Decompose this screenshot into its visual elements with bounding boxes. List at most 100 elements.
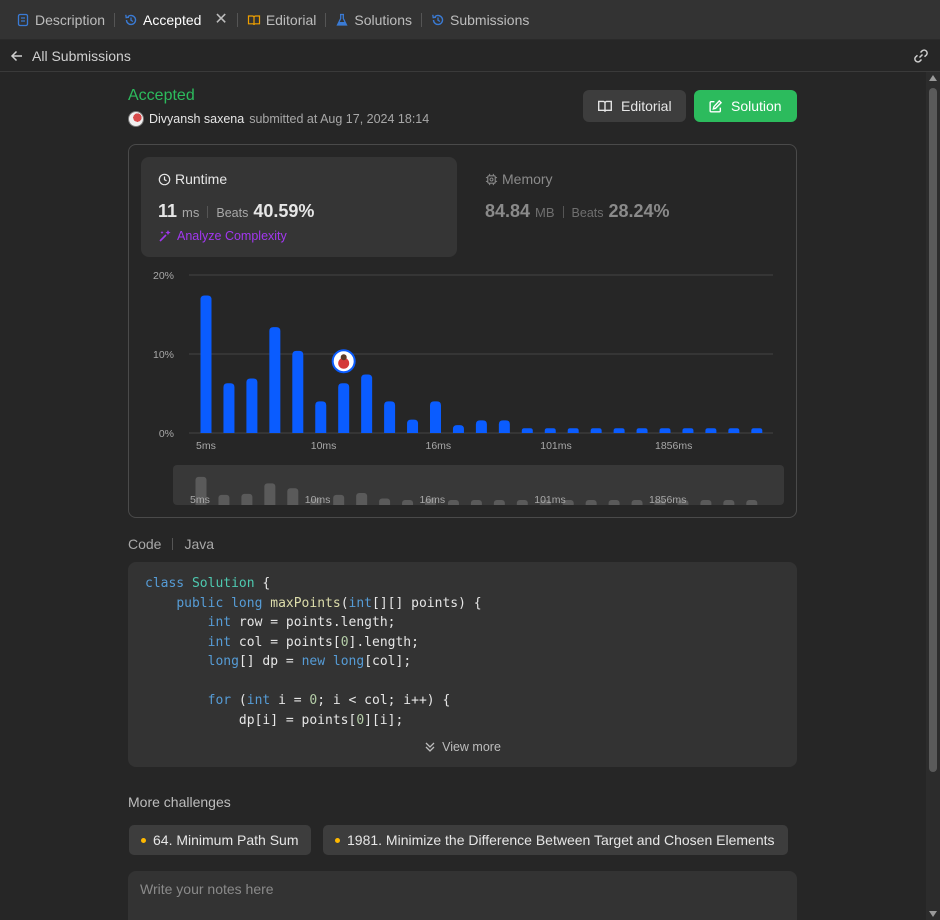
challenge-chip[interactable]: 1981. Minimize the Difference Between Ta… xyxy=(323,825,788,855)
chart-bar[interactable] xyxy=(407,419,419,433)
tab-divider xyxy=(114,12,116,27)
x-tick-label: 5ms xyxy=(196,440,216,452)
runtime-title: Runtime xyxy=(158,171,227,187)
view-more-label: View more xyxy=(442,740,501,754)
slider-tick-label: 5ms xyxy=(190,494,210,505)
tab-bar: Description Accepted ✕ Editorial Solutio… xyxy=(0,0,940,40)
runtime-title-label: Runtime xyxy=(175,171,228,187)
memory-beats-label: Beats xyxy=(571,206,604,220)
scroll-up-arrow-icon[interactable] xyxy=(929,75,937,81)
tab-divider xyxy=(325,12,327,27)
memory-unit: MB xyxy=(535,205,555,220)
chart-bar[interactable] xyxy=(269,327,281,433)
chart-bar[interactable] xyxy=(636,428,648,433)
chart-bar[interactable] xyxy=(590,428,602,433)
tab-label: Solutions xyxy=(354,11,412,28)
chart-bar[interactable] xyxy=(728,428,740,433)
divider xyxy=(562,205,564,218)
slider-bar xyxy=(585,500,597,505)
chart-bar[interactable] xyxy=(200,295,212,433)
y-tick-label: 0% xyxy=(159,428,174,440)
chart-bar[interactable] xyxy=(498,420,510,433)
slider-bar xyxy=(447,500,459,505)
chart-bar[interactable] xyxy=(338,383,350,433)
close-tab-icon[interactable]: ✕ xyxy=(214,11,227,28)
view-more-button[interactable]: View more xyxy=(128,740,797,754)
slider-bar xyxy=(356,493,368,505)
chart-bar[interactable] xyxy=(223,383,235,433)
chart-bar[interactable] xyxy=(475,420,487,433)
editorial-button-label: Editorial xyxy=(621,98,672,114)
history-icon xyxy=(125,14,137,25)
chart-bar[interactable] xyxy=(384,401,396,433)
slider-bar xyxy=(264,483,276,505)
scrollbar[interactable] xyxy=(926,72,940,920)
chart-bar[interactable] xyxy=(705,428,717,433)
arrow-left-icon xyxy=(10,50,22,61)
chart-bar[interactable] xyxy=(452,425,464,433)
chip-icon xyxy=(485,173,498,185)
slider-tick-label: 101ms xyxy=(534,494,566,505)
chart-bar[interactable] xyxy=(751,428,763,433)
slider-tick-label: 16ms xyxy=(420,494,446,505)
clock-icon xyxy=(158,173,171,185)
slider-tick-label: 1856ms xyxy=(649,494,686,505)
challenge-title: 64. Minimum Path Sum xyxy=(153,832,299,848)
runtime-beats-label: Beats xyxy=(216,206,249,220)
chart-bar[interactable] xyxy=(659,428,671,433)
tab-accepted[interactable]: Accepted ✕ xyxy=(120,0,232,40)
user-avatar[interactable] xyxy=(128,111,144,127)
slider-bar xyxy=(402,500,414,505)
link-icon[interactable] xyxy=(912,47,930,65)
all-submissions-link[interactable]: All Submissions xyxy=(10,48,131,64)
your-submission-avatar xyxy=(331,349,356,374)
chart-bar[interactable] xyxy=(430,401,441,433)
chart-bar[interactable] xyxy=(246,378,258,433)
x-tick-label: 101ms xyxy=(540,440,572,452)
runtime-value: 11 ms Beats 40.59% xyxy=(158,201,314,222)
slider-bar xyxy=(241,493,253,505)
runtime-distribution-chart[interactable]: 20% 10% 0% 5ms 10ms 16ms 101ms 1856ms xyxy=(140,262,790,457)
scroll-thumb[interactable] xyxy=(929,88,937,772)
submission-header: All Submissions xyxy=(0,40,940,72)
code-content: class Solution { public long maxPoints(i… xyxy=(145,576,482,728)
chart-bar[interactable] xyxy=(521,428,533,433)
memory-title-label: Memory xyxy=(502,171,553,187)
edit-icon xyxy=(709,99,723,113)
submission-status: Accepted xyxy=(128,87,195,104)
sparkle-icon xyxy=(159,230,171,242)
solution-button[interactable]: Solution xyxy=(694,90,797,122)
tab-description[interactable]: Description xyxy=(12,0,109,40)
analyze-complexity-link[interactable]: Analyze Complexity xyxy=(158,229,287,243)
user-name[interactable]: Divyansh saxena xyxy=(149,112,244,126)
y-tick-label: 10% xyxy=(153,349,174,361)
runtime-beats-value: 40.59% xyxy=(253,201,315,221)
memory-title[interactable]: Memory xyxy=(485,171,553,187)
code-label: Code xyxy=(128,536,162,552)
slider-bar xyxy=(470,500,482,505)
chart-bar[interactable] xyxy=(292,350,304,433)
tab-editorial[interactable]: Editorial xyxy=(243,0,321,40)
medium-difficulty-dot-icon xyxy=(141,837,146,843)
scroll-down-arrow-icon[interactable] xyxy=(929,911,937,917)
chart-bar[interactable] xyxy=(544,428,556,433)
challenge-chip[interactable]: 64. Minimum Path Sum xyxy=(129,825,311,855)
slider-tick-label: 10ms xyxy=(305,494,331,505)
chart-bar[interactable] xyxy=(315,401,327,433)
tab-submissions[interactable]: Submissions xyxy=(427,0,533,40)
tab-divider xyxy=(421,12,422,27)
chevrons-down-icon xyxy=(425,742,435,752)
chart-bar[interactable] xyxy=(613,428,625,433)
memory-value: 84.84 MB Beats 28.24% xyxy=(485,201,670,222)
notes-input[interactable] xyxy=(128,871,797,920)
chart-bar[interactable] xyxy=(361,374,373,433)
tab-solutions[interactable]: Solutions xyxy=(331,0,416,40)
chart-bar[interactable] xyxy=(567,428,579,433)
slider-bar xyxy=(333,494,345,505)
tab-label: Description xyxy=(35,11,106,28)
chart-bar[interactable] xyxy=(682,428,694,433)
code-block[interactable]: class Solution { public long maxPoints(i… xyxy=(128,562,797,767)
editorial-button[interactable]: Editorial xyxy=(583,90,686,122)
x-tick-label: 10ms xyxy=(311,440,337,452)
distribution-range-slider[interactable]: 5ms 10ms 16ms 101ms 1856ms xyxy=(173,465,784,505)
